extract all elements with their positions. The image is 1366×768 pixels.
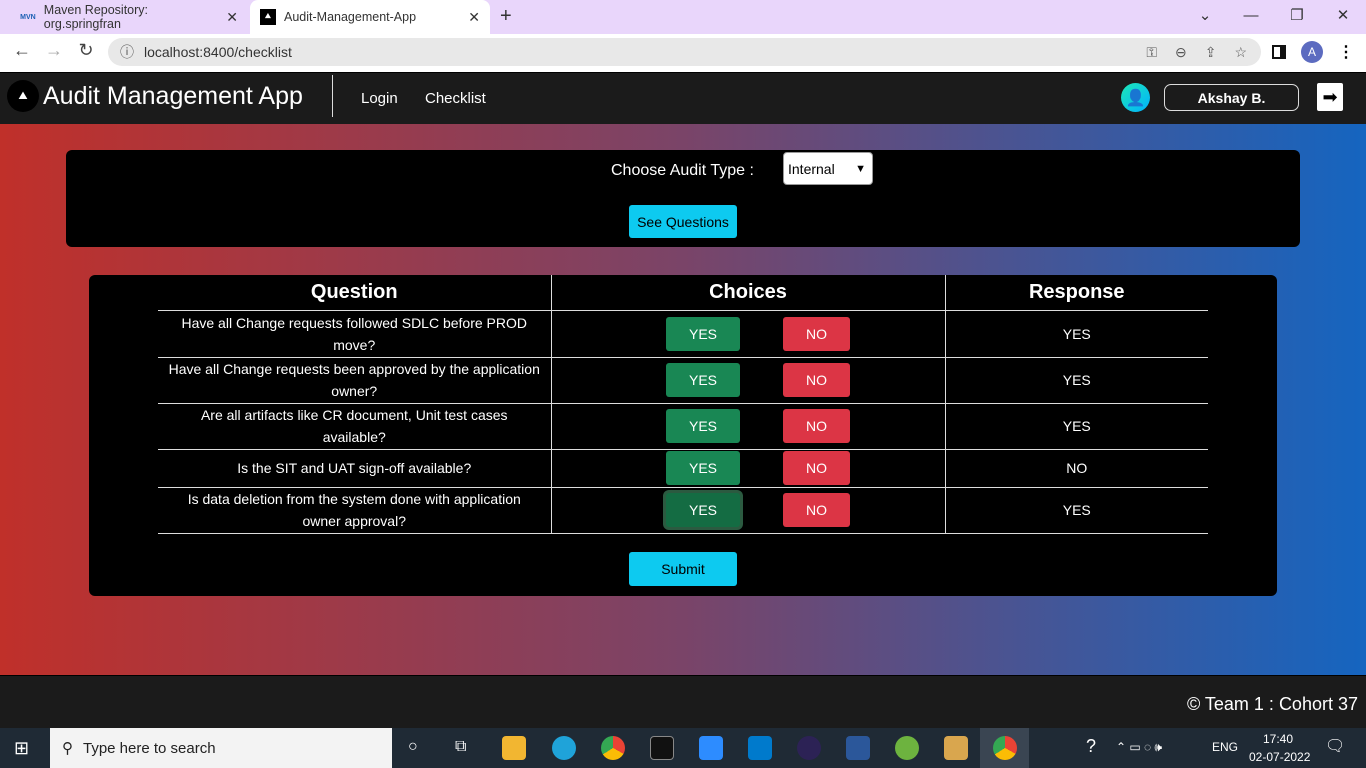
table-row: Is data deletion from the system done wi… — [158, 487, 1208, 534]
edge-icon[interactable] — [552, 736, 576, 760]
language-indicator[interactable]: ENG — [1212, 740, 1238, 754]
search-placeholder: Type here to search — [83, 739, 216, 757]
share-icon[interactable]: ⇪ — [1205, 44, 1217, 61]
menu-icon[interactable]: ⋮ — [1338, 42, 1354, 62]
chrome-icon[interactable] — [993, 736, 1017, 760]
chrome-icon[interactable] — [601, 736, 625, 760]
no-button[interactable]: NO — [783, 363, 850, 397]
task-view-icon[interactable]: ⧉ — [455, 738, 466, 756]
response-text: NO — [944, 449, 1208, 488]
zoom-app-icon[interactable] — [699, 736, 723, 760]
tab-maven[interactable]: MVN Maven Repository: org.springfran ✕ — [10, 0, 248, 34]
response-text: YES — [944, 310, 1208, 358]
close-tab-icon[interactable]: ✕ — [226, 9, 238, 26]
no-button[interactable]: NO — [783, 409, 850, 443]
url-text: localhost:8400/checklist — [144, 44, 292, 60]
table-row: Have all Change requests followed SDLC b… — [158, 310, 1208, 358]
info-icon[interactable]: ⓘ — [120, 42, 134, 62]
table-row: Is the SIT and UAT sign-off available? Y… — [158, 449, 1208, 488]
question-text: Is the SIT and UAT sign-off available? — [158, 449, 551, 488]
nav-login[interactable]: Login — [361, 90, 398, 107]
help-icon[interactable]: ? — [1086, 736, 1096, 757]
app-favicon-icon: ⛰ — [260, 9, 276, 25]
no-button[interactable]: NO — [783, 316, 850, 351]
profile-avatar[interactable]: A — [1301, 41, 1323, 63]
word-icon[interactable] — [846, 736, 870, 760]
choices-cell: YES NO — [550, 357, 945, 404]
tab-audit[interactable]: ⛰ Audit-Management-App ✕ — [250, 0, 490, 34]
address-bar[interactable]: ⓘ localhost:8400/checklist ⚿ ⊖ ⇪ ☆ — [108, 38, 1261, 66]
audit-type-label: Choose Audit Type : — [611, 162, 754, 179]
copyright-text: © Team 1 : Cohort 37 — [1186, 694, 1358, 714]
response-text: YES — [944, 357, 1208, 404]
yes-button[interactable]: YES — [666, 451, 740, 485]
see-questions-button[interactable]: See Questions — [629, 205, 737, 238]
header-choices: Choices — [550, 275, 945, 311]
submit-button[interactable]: Submit — [629, 552, 737, 586]
new-tab-button[interactable]: + — [500, 5, 512, 28]
nav-divider — [332, 75, 333, 117]
clock-time[interactable]: 17:40 — [1263, 732, 1293, 746]
windows-start-icon[interactable]: ⊞ — [14, 738, 29, 759]
chevron-down-icon: ▼ — [855, 162, 866, 175]
close-window-button[interactable]: ✕ — [1320, 0, 1366, 30]
choices-cell: YES NO — [550, 487, 945, 534]
tab-label: Maven Repository: org.springfran — [43, 3, 149, 31]
no-button[interactable]: NO — [783, 451, 850, 485]
tray-icons[interactable]: ⌃ ▭ ◌ 🕪 — [1116, 740, 1162, 755]
yes-button[interactable]: YES — [666, 316, 740, 351]
key-icon[interactable]: ⚿ — [1146, 44, 1157, 61]
question-text: Are all artifacts like CR document, Unit… — [158, 403, 551, 450]
choices-cell: YES NO — [550, 310, 945, 358]
clock-date[interactable]: 02-07-2022 — [1249, 750, 1310, 764]
nav-checklist[interactable]: Checklist — [425, 90, 486, 107]
logout-icon[interactable]: ➡ — [1317, 83, 1343, 111]
user-button[interactable]: Akshay B. — [1164, 84, 1299, 111]
back-button[interactable]: ← — [8, 40, 36, 61]
table-row: Are all artifacts like CR document, Unit… — [158, 403, 1208, 450]
restore-button[interactable]: ❐ — [1274, 0, 1320, 30]
file-explorer-icon[interactable] — [502, 736, 526, 760]
question-text: Have all Change requests been approved b… — [158, 357, 551, 404]
selected-value: Internal — [788, 160, 835, 177]
eclipse-icon[interactable] — [797, 736, 821, 760]
choices-cell: YES NO — [550, 449, 945, 488]
response-text: YES — [944, 403, 1208, 450]
tab-search-icon[interactable]: ⌄ — [1182, 0, 1228, 30]
paint-icon[interactable] — [944, 736, 968, 760]
app-logo-icon[interactable]: ⛰ — [7, 80, 39, 112]
header-question: Question — [158, 275, 551, 311]
question-text: Is data deletion from the system done wi… — [158, 487, 551, 534]
spring-tool-icon[interactable] — [895, 736, 919, 760]
notification-icon[interactable]: 🗨 — [1325, 736, 1345, 756]
search-icon: ⚲ — [62, 740, 73, 757]
header-response: Response — [944, 275, 1208, 311]
question-text: Have all Change requests followed SDLC b… — [158, 310, 551, 358]
close-tab-icon[interactable]: ✕ — [468, 9, 480, 26]
choices-cell: YES NO — [550, 403, 945, 450]
user-avatar-icon[interactable]: 👤 — [1121, 83, 1150, 112]
cortana-icon[interactable]: ○ — [408, 738, 418, 756]
forward-button[interactable]: → — [40, 40, 68, 61]
maven-favicon-icon: MVN — [20, 13, 36, 21]
audit-type-select[interactable]: Internal ▼ — [783, 152, 873, 185]
reload-button[interactable]: ↻ — [72, 40, 100, 61]
minimize-button[interactable]: — — [1228, 0, 1274, 30]
vscode-icon[interactable] — [748, 736, 772, 760]
checklist-table: Question Choices Response Have all Change … — [158, 275, 1208, 534]
response-text: YES — [944, 487, 1208, 534]
tab-label: Audit-Management-App — [284, 10, 417, 24]
terminal-icon[interactable] — [650, 736, 674, 760]
yes-button[interactable]: YES — [666, 363, 740, 397]
app-title[interactable]: Audit Management App — [43, 82, 303, 111]
no-button[interactable]: NO — [783, 493, 850, 527]
footer — [0, 675, 1366, 728]
taskbar-search[interactable]: ⚲ Type here to search — [50, 728, 392, 768]
zoom-icon[interactable]: ⊖ — [1175, 44, 1187, 61]
yes-button[interactable]: YES — [666, 409, 740, 443]
star-icon[interactable]: ☆ — [1234, 44, 1247, 61]
yes-button[interactable]: YES — [666, 493, 740, 527]
table-row: Have all Change requests been approved b… — [158, 357, 1208, 404]
side-panel-icon[interactable] — [1272, 45, 1286, 59]
